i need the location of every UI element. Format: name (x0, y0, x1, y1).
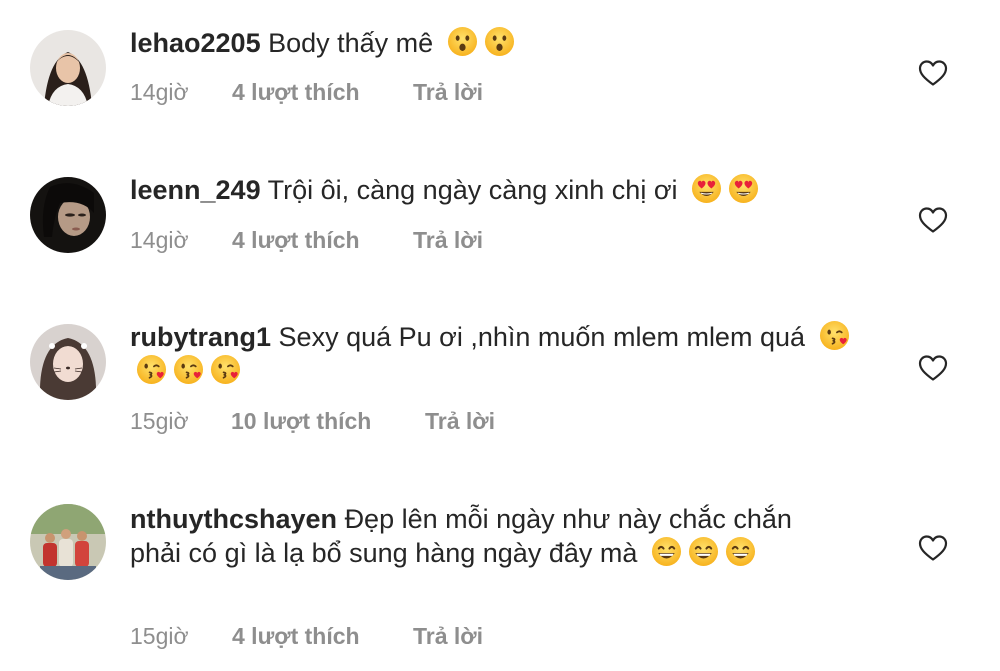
comment-time: 14giờ (130, 227, 189, 253)
heart-eyes-emoji (728, 173, 759, 204)
comment-username[interactable]: leenn_249 (130, 175, 261, 205)
comment-likes[interactable]: 4 lượt thích (232, 621, 360, 651)
kissing-heart-emoji (173, 354, 204, 385)
kissing-heart-emoji (819, 320, 850, 351)
comment-username[interactable]: nthuythcshayen (130, 504, 337, 534)
comment-body: Trội ôi, càng ngày càng xinh chị ơi (267, 175, 678, 205)
reply-button[interactable]: Trả lời (413, 225, 483, 255)
heart-outline-icon[interactable] (918, 354, 948, 382)
grinning-face-emoji (651, 536, 682, 567)
comment-username[interactable]: rubytrang1 (130, 322, 271, 352)
comment-text: lehao2205 Body thấy mê (130, 26, 850, 60)
comment-text: nthuythcshayen Đẹp lên mỗi ngày như này … (130, 502, 850, 570)
reply-button[interactable]: Trả lời (413, 621, 483, 651)
hushed-face-emoji (484, 26, 515, 57)
comment-likes[interactable]: 4 lượt thích (232, 77, 360, 107)
comment-time: 14giờ (130, 79, 189, 105)
heart-outline-icon[interactable] (918, 59, 948, 87)
hushed-face-emoji (447, 26, 478, 57)
avatar[interactable] (30, 324, 106, 400)
kissing-heart-emoji (136, 354, 167, 385)
comment-body: Sexy quá Pu ơi ,nhìn muốn mlem mlem quá (278, 322, 805, 352)
reply-button[interactable]: Trả lời (413, 77, 483, 107)
comment-time: 15giờ (130, 623, 189, 649)
avatar[interactable] (30, 504, 106, 580)
comment-likes[interactable]: 4 lượt thích (232, 225, 360, 255)
comment-time: 15giờ (130, 408, 189, 434)
grinning-face-emoji (688, 536, 719, 567)
kissing-heart-emoji (210, 354, 241, 385)
heart-outline-icon[interactable] (918, 206, 948, 234)
avatar[interactable] (30, 177, 106, 253)
comment-likes[interactable]: 10 lượt thích (231, 406, 371, 436)
comment-body: Body thấy mê (268, 28, 434, 58)
reply-button[interactable]: Trả lời (425, 406, 495, 436)
comment-username[interactable]: lehao2205 (130, 28, 261, 58)
comment-text: leenn_249 Trội ôi, càng ngày càng xinh c… (130, 173, 850, 207)
heart-outline-icon[interactable] (918, 534, 948, 562)
comment-text: rubytrang1 Sexy quá Pu ơi ,nhìn muốn mle… (130, 320, 850, 388)
avatar[interactable] (30, 30, 106, 106)
grinning-face-emoji (725, 536, 756, 567)
heart-eyes-emoji (691, 173, 722, 204)
